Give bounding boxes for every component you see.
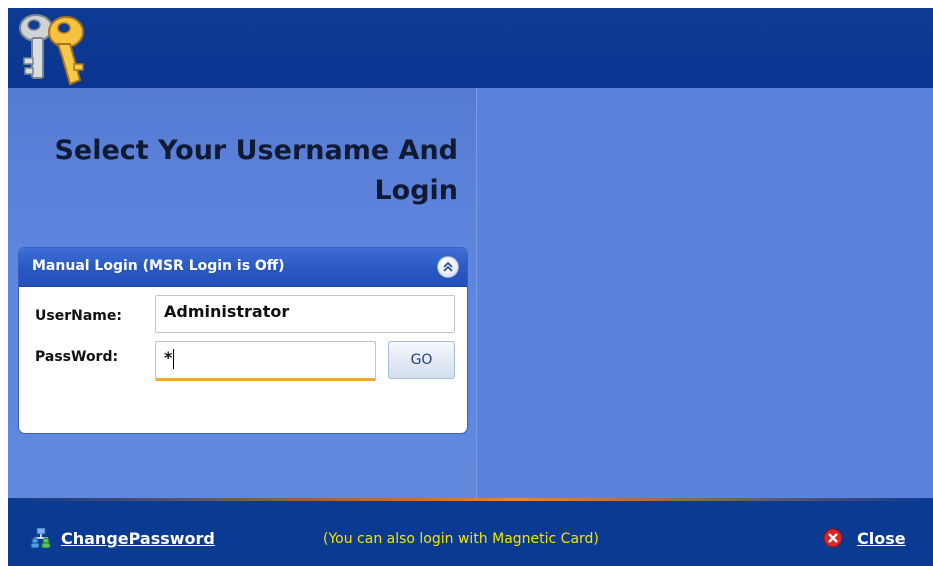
right-pane — [477, 88, 933, 498]
page-title-line-2: Login — [374, 175, 458, 206]
login-panel-header[interactable]: Manual Login (MSR Login is Off) — [19, 248, 467, 287]
footer-bar: ChangePassword (You can also login with … — [8, 498, 933, 566]
password-label: PassWord: — [35, 349, 119, 365]
footer-accent-line — [8, 498, 933, 501]
magnetic-card-note: (You can also login with Magnetic Card) — [323, 531, 599, 547]
page-title: Select Your Username And Login — [18, 131, 458, 211]
close-link[interactable]: Close — [857, 529, 906, 548]
keys-icon — [14, 10, 94, 86]
username-label: UserName: — [35, 308, 122, 324]
double-chevron-up-icon — [443, 261, 453, 272]
header-bar — [8, 8, 933, 88]
network-users-icon[interactable] — [30, 527, 52, 552]
collapse-button[interactable] — [437, 256, 459, 278]
login-panel-title: Manual Login (MSR Login is Off) — [32, 258, 285, 274]
login-window: Select Your Username And Login Manual Lo… — [8, 8, 933, 566]
go-button[interactable]: GO — [388, 341, 455, 379]
page-title-line-1: Select Your Username And — [54, 135, 458, 166]
password-input[interactable]: * — [155, 341, 376, 381]
password-value: * — [164, 348, 173, 367]
text-caret — [173, 348, 175, 369]
close-icon[interactable] — [823, 528, 843, 552]
change-password-link[interactable]: ChangePassword — [61, 529, 215, 548]
username-input[interactable]: Administrator — [155, 295, 455, 333]
manual-login-panel: Manual Login (MSR Login is Off) UserName… — [19, 248, 467, 433]
